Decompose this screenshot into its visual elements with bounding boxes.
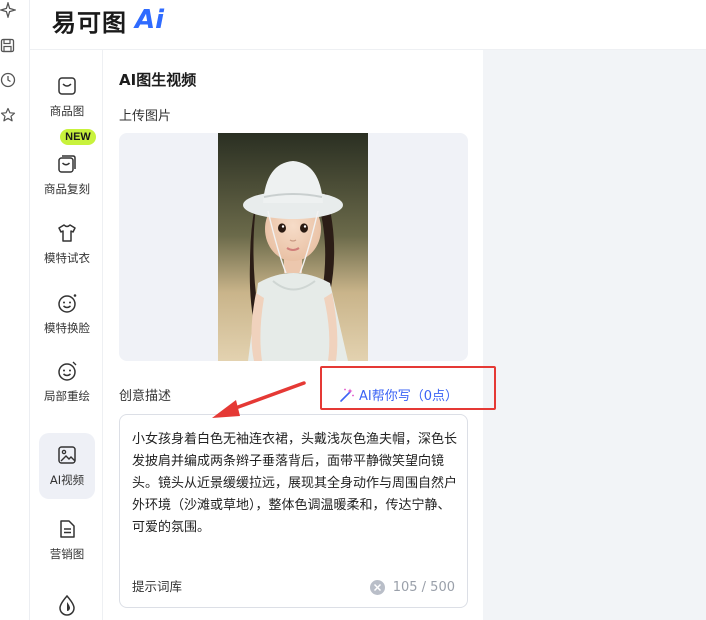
save-icon[interactable] — [0, 38, 16, 54]
nav-item-marketing-image[interactable]: 营销图 — [39, 507, 95, 573]
nav-label-product-copy: 商品复刻 — [44, 182, 90, 196]
description-textarea[interactable]: 小女孩身着白色无袖连衣裙，头戴浅灰色渔夫帽，深色长发披肩并编成两条辫子垂落背后，… — [119, 414, 468, 608]
app-logo[interactable]: 易可图 Ai — [52, 3, 164, 37]
sparkle-icon[interactable] — [0, 2, 16, 18]
logo-text: 易可图 — [52, 8, 127, 37]
nav-item-partial-redraw[interactable]: 局部重绘 — [39, 349, 95, 415]
preview-area — [483, 50, 706, 620]
ai-video-icon — [58, 446, 76, 464]
history-icon[interactable] — [0, 72, 16, 88]
star-icon[interactable] — [0, 107, 16, 123]
nav-item-product-image[interactable]: 商品图 — [39, 64, 95, 130]
upload-label: 上传图片 — [119, 109, 172, 124]
nav-label-product-image: 商品图 — [49, 104, 85, 118]
description-label: 创意描述 — [119, 389, 172, 404]
drop-icon — [59, 594, 75, 616]
description-text[interactable]: 小女孩身着白色无袖连衣裙，头戴浅灰色渔夫帽，深色长发披肩并编成两条辫子垂落背后，… — [132, 429, 457, 539]
marketing-image-icon — [60, 520, 75, 538]
top-bar: 易可图 Ai — [30, 0, 706, 50]
nav-item-drop[interactable] — [39, 576, 95, 620]
nav-item-product-copy[interactable]: 商品复刻 — [39, 142, 95, 208]
annotation-highlight-box — [320, 366, 496, 410]
image-upload-area[interactable] — [119, 133, 468, 361]
product-image-icon — [58, 77, 76, 95]
new-badge: NEW — [60, 129, 96, 145]
nav-item-face-swap[interactable]: 模特换脸 — [39, 281, 95, 347]
clear-icon[interactable] — [369, 580, 385, 595]
nav-label-face-swap: 模特换脸 — [44, 321, 90, 335]
partial-redraw-icon — [58, 361, 77, 381]
page-title: AI图生视频 — [119, 71, 197, 89]
nav-label-partial-redraw: 局部重绘 — [44, 389, 90, 403]
nav-label-marketing-image: 营销图 — [49, 547, 85, 561]
nav-item-ai-video[interactable]: AI视频 — [39, 433, 95, 499]
product-copy-icon — [58, 155, 76, 173]
ai-video-panel: AI图生视频 上传图片 创意描述 AI帮你写（0点） 小女孩身着白色无袖连衣裙，… — [103, 50, 483, 620]
tshirt-icon — [58, 224, 76, 242]
char-count: 105 / 500 — [392, 580, 455, 595]
char-counter-area: 105 / 500 — [369, 580, 455, 595]
uploaded-photo — [218, 133, 368, 361]
logo-ai: Ai — [135, 5, 165, 35]
nav-label-ai-video: AI视频 — [49, 473, 85, 487]
nav-label-model-tryon: 模特试衣 — [44, 251, 90, 265]
nav-item-model-tryon[interactable]: 模特试衣 — [39, 211, 95, 277]
left-tool-strip — [0, 0, 30, 620]
face-swap-icon — [58, 294, 77, 313]
prompt-library-link[interactable]: 提示词库 — [132, 576, 182, 595]
